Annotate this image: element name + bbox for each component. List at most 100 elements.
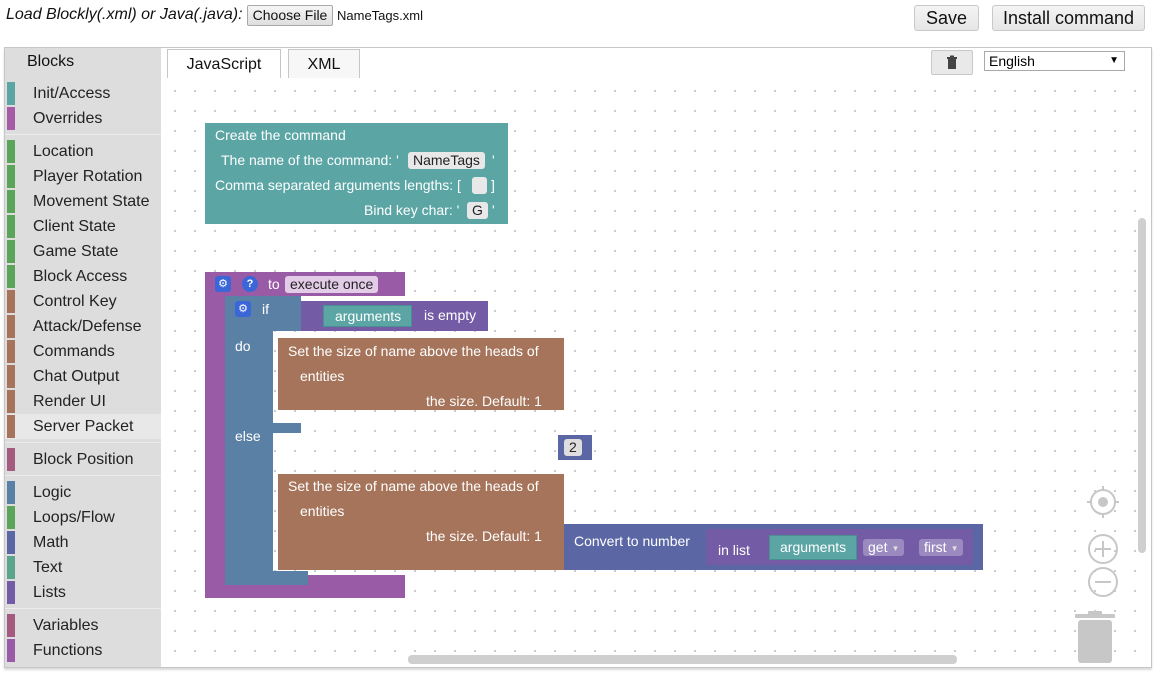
- category-color-bar: [7, 415, 15, 438]
- dropdown-arrow-icon: ▼: [891, 543, 900, 553]
- category-color-bar: [7, 240, 15, 263]
- zoom-in-icon[interactable]: [1087, 533, 1121, 567]
- blockly-workspace: Blocks Init/Access Overrides Location Playe…: [4, 47, 1152, 668]
- toolbox-category-server-packet[interactable]: Server Packet: [5, 414, 161, 439]
- category-label: Block Access: [33, 268, 128, 285]
- recenter-icon[interactable]: [1087, 486, 1121, 520]
- toolbox-category-overrides[interactable]: Overrides: [5, 106, 161, 131]
- if-label: if: [262, 301, 269, 317]
- toolbox-category-init-access[interactable]: Init/Access: [5, 81, 161, 106]
- get-dropdown[interactable]: get ▼: [863, 539, 905, 556]
- category-label: Variables: [33, 617, 99, 634]
- install-command-button[interactable]: Install command: [992, 5, 1145, 31]
- get-dropdown-value: get: [868, 539, 888, 555]
- set-name-size-block-else[interactable]: Set the size of name above the heads of …: [278, 474, 564, 570]
- function-to-label: to: [268, 276, 280, 292]
- create-command-block[interactable]: Create the command The name of the comma…: [205, 123, 508, 224]
- choose-file-button[interactable]: Choose File: [247, 5, 333, 26]
- toolbox-category-variables[interactable]: Variables: [5, 613, 161, 638]
- if-settings-icon[interactable]: ⚙: [235, 301, 251, 317]
- quote-mark: ': [492, 202, 495, 218]
- in-list-label: in list: [718, 542, 750, 558]
- toolbox-category-loops-flow[interactable]: Loops/Flow: [5, 505, 161, 530]
- arguments-variable-block[interactable]: arguments: [769, 535, 857, 560]
- zoom-out-icon[interactable]: [1087, 566, 1121, 600]
- function-settings-icon[interactable]: ⚙: [215, 276, 231, 292]
- toolbox-category-text[interactable]: Text: [5, 555, 161, 580]
- bind-key-field[interactable]: G: [467, 202, 488, 219]
- workspace-trash-icon[interactable]: [1073, 611, 1117, 667]
- tab-xml[interactable]: XML: [288, 49, 360, 78]
- language-value: English: [989, 53, 1035, 69]
- category-label: Client State: [33, 218, 116, 235]
- toolbox-category-commands[interactable]: Commands: [5, 339, 161, 364]
- category-color-bar: [7, 315, 15, 338]
- tab-javascript[interactable]: JavaScript: [167, 49, 281, 78]
- size-value-field[interactable]: 2: [564, 439, 582, 456]
- toolbox-category-functions[interactable]: Functions: [5, 638, 161, 663]
- toolbox-separator: [5, 442, 161, 443]
- command-name-label: The name of the command: ': [221, 152, 399, 168]
- toolbox-category-client-state[interactable]: Client State: [5, 214, 161, 239]
- category-color-bar: [7, 215, 15, 238]
- convert-to-number-label: Convert to number: [574, 533, 690, 549]
- category-color-bar: [7, 190, 15, 213]
- category-color-bar: [7, 556, 15, 579]
- first-dropdown[interactable]: first ▼: [919, 539, 964, 556]
- trash-icon: [947, 55, 957, 69]
- toolbox-category-block-position[interactable]: Block Position: [5, 447, 161, 472]
- toolbox: Blocks Init/Access Overrides Location Playe…: [5, 48, 161, 667]
- category-label: Commands: [33, 343, 115, 360]
- category-color-bar: [7, 531, 15, 554]
- function-name-field[interactable]: execute once: [285, 276, 379, 293]
- toolbox-category-render-ui[interactable]: Render UI: [5, 389, 161, 414]
- category-label: Location: [33, 143, 94, 160]
- size-default-label: the size. Default: 1: [426, 393, 542, 409]
- category-label: Player Rotation: [33, 168, 143, 185]
- toolbox-header: Blocks: [27, 53, 75, 70]
- first-dropdown-value: first: [924, 539, 947, 555]
- clear-workspace-button[interactable]: [931, 50, 973, 75]
- category-color-bar: [7, 581, 15, 604]
- category-color-bar: [7, 265, 15, 288]
- toolbox-category-control-key[interactable]: Control Key: [5, 289, 161, 314]
- category-color-bar: [7, 340, 15, 363]
- category-label: Init/Access: [33, 85, 111, 102]
- toolbox-category-lists[interactable]: Lists: [5, 580, 161, 605]
- category-label: Overrides: [33, 110, 103, 127]
- category-label: Block Position: [33, 451, 134, 468]
- toolbox-category-block-access[interactable]: Block Access: [5, 264, 161, 289]
- command-name-field[interactable]: NameTags: [408, 152, 485, 169]
- toolbox-category-math[interactable]: Math: [5, 530, 161, 555]
- category-label: Functions: [33, 642, 103, 659]
- toolbox-category-movement-state[interactable]: Movement State: [5, 189, 161, 214]
- save-button[interactable]: Save: [914, 5, 979, 31]
- toolbox-category-logic[interactable]: Logic: [5, 480, 161, 505]
- vertical-scrollbar[interactable]: [1138, 218, 1146, 553]
- category-color-bar: [7, 506, 15, 529]
- set-name-size-block-do[interactable]: Set the size of name above the heads of …: [278, 338, 564, 410]
- toolbox-category-player-rotation[interactable]: Player Rotation: [5, 164, 161, 189]
- block-canvas[interactable]: Create the command The name of the comma…: [161, 78, 1151, 667]
- toolbox-category-location[interactable]: Location: [5, 139, 161, 164]
- arguments-lengths-field[interactable]: [472, 177, 487, 194]
- toolbox-category-game-state[interactable]: Game State: [5, 239, 161, 264]
- toolbox-category-attack-defense[interactable]: Attack/Defense: [5, 314, 161, 339]
- bracket-close: ]: [491, 177, 495, 193]
- create-command-title: Create the command: [215, 127, 346, 143]
- toolbox-category-chat-output[interactable]: Chat Output: [5, 364, 161, 389]
- category-color-bar: [7, 614, 15, 637]
- arguments-variable-label: arguments: [780, 539, 847, 555]
- is-empty-label: is empty: [424, 307, 477, 323]
- category-label: Movement State: [33, 193, 150, 210]
- size-default-label: the size. Default: 1: [426, 528, 542, 544]
- language-select[interactable]: English ▼: [984, 51, 1125, 71]
- set-size-label-line2: entities: [300, 503, 345, 519]
- category-color-bar: [7, 448, 15, 471]
- help-icon[interactable]: ?: [242, 276, 258, 292]
- arguments-variable-block[interactable]: arguments: [323, 305, 412, 327]
- horizontal-scrollbar[interactable]: [408, 655, 957, 664]
- number-block-do[interactable]: 2: [558, 435, 592, 460]
- bind-key-label: Bind key char: ': [364, 202, 460, 218]
- category-color-bar: [7, 82, 15, 105]
